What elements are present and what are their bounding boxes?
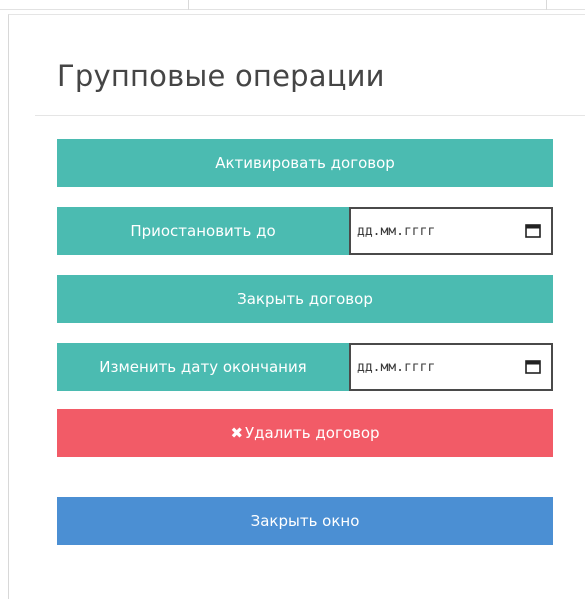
- suspend-until-label: Приостановить до: [130, 222, 276, 240]
- change-end-date-row: Изменить дату окончания дд.мм.гггг: [57, 343, 553, 391]
- group-operations-panel: Групповые операции Активировать договор …: [8, 14, 585, 599]
- calendar-icon[interactable]: [525, 224, 541, 238]
- title-divider: [35, 115, 585, 116]
- end-date-input[interactable]: дд.мм.гггг: [349, 343, 553, 391]
- suspend-date-placeholder: дд.мм.гггг: [357, 223, 436, 239]
- delete-contract-button[interactable]: ✖ Удалить договор: [57, 409, 553, 457]
- close-window-button[interactable]: Закрыть окно: [57, 497, 553, 545]
- suspend-date-input[interactable]: дд.мм.гггг: [349, 207, 553, 255]
- close-window-label: Закрыть окно: [250, 512, 360, 530]
- top-divider-tick: [546, 0, 547, 10]
- top-rule: [0, 0, 585, 10]
- close-icon: ✖: [230, 424, 244, 442]
- suspend-until-row: Приостановить до дд.мм.гггг: [57, 207, 553, 255]
- top-divider-tick: [188, 0, 189, 10]
- delete-contract-label: Удалить договор: [245, 424, 380, 442]
- panel-title: Групповые операции: [57, 59, 385, 93]
- activate-contract-label: Активировать договор: [215, 154, 395, 172]
- change-end-date-button[interactable]: Изменить дату окончания: [57, 343, 349, 391]
- end-date-placeholder: дд.мм.гггг: [357, 359, 436, 375]
- change-end-date-label: Изменить дату окончания: [99, 358, 307, 376]
- calendar-icon[interactable]: [525, 360, 541, 374]
- close-contract-button[interactable]: Закрыть договор: [57, 275, 553, 323]
- close-contract-label: Закрыть договор: [237, 290, 373, 308]
- suspend-until-button[interactable]: Приостановить до: [57, 207, 349, 255]
- activate-contract-button[interactable]: Активировать договор: [57, 139, 553, 187]
